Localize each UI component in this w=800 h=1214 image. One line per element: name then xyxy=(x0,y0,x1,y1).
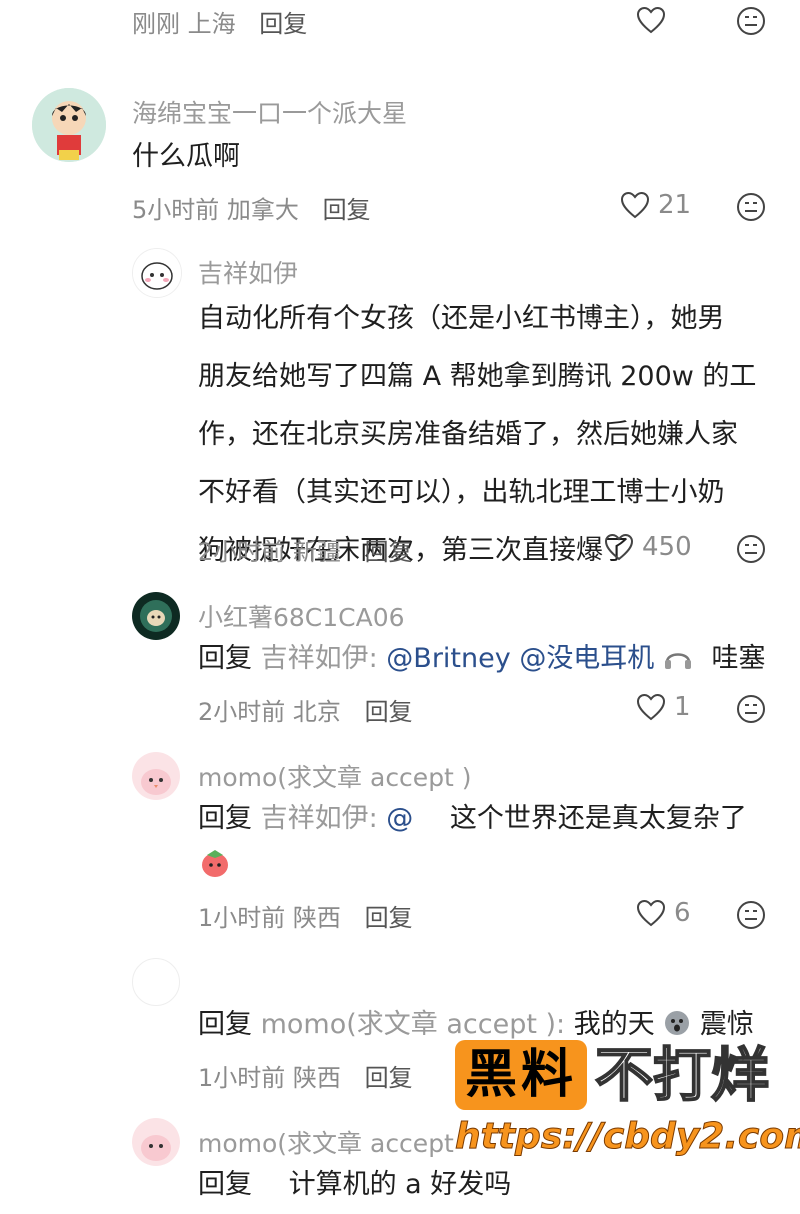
avatar[interactable] xyxy=(132,1118,180,1166)
headphones-icon xyxy=(664,653,691,669)
meh-face-icon xyxy=(737,193,765,221)
timestamp: 1小时前 xyxy=(198,1064,286,1092)
reply-button[interactable]: 回复 xyxy=(365,538,413,566)
comment-tail: 这个世界还是真太复杂了 xyxy=(449,803,747,834)
mention-link[interactable]: @ xyxy=(386,803,413,834)
comment-text: 回复 吉祥如伊: @ 这个世界还是真太复杂了 xyxy=(198,790,747,848)
cute-bunny-avatar-icon xyxy=(133,249,181,297)
pink-chick-avatar-icon xyxy=(132,752,180,800)
like-count: 6 xyxy=(674,898,691,928)
reply-button[interactable]: 回复 xyxy=(365,904,413,932)
avatar[interactable] xyxy=(132,592,180,640)
reply-target[interactable]: momo(求文章 accept ): xyxy=(261,1009,566,1040)
comment-meta: 1小时前 陕西 回复 xyxy=(198,898,413,933)
comment-tail: 计算机的 a 好发吗 xyxy=(288,1169,512,1200)
like-count: 1 xyxy=(674,692,691,722)
reply-target[interactable]: 吉祥如伊: xyxy=(261,803,378,834)
location: 北京 xyxy=(292,698,341,726)
location: 加拿大 xyxy=(226,196,299,224)
reply-button[interactable]: 回复 xyxy=(259,10,307,38)
dislike-button[interactable] xyxy=(736,694,766,728)
comment-tail: 我的天 xyxy=(573,1009,655,1040)
reply-button[interactable]: 回复 xyxy=(323,196,371,224)
reply-prefix: 回复 xyxy=(198,1169,252,1200)
timestamp: 1小时前 xyxy=(198,904,286,932)
meh-face-icon xyxy=(737,535,765,563)
meh-face-icon xyxy=(737,695,765,723)
comment-tail: 震惊 xyxy=(699,1009,754,1040)
like-button[interactable]: 1 xyxy=(636,692,691,722)
comment-line: 朋友给她写了四篇 A 帮她拿到腾讯 200w 的工 xyxy=(198,361,757,392)
heart-icon xyxy=(636,6,666,34)
dislike-button[interactable] xyxy=(736,534,766,568)
meh-face-icon xyxy=(737,7,765,35)
meh-face-icon xyxy=(737,901,765,929)
heart-icon xyxy=(620,191,650,219)
username[interactable]: 吉祥如伊 xyxy=(198,254,298,290)
comment-line: 自动化所有个女孩（还是小红书博主），她男 xyxy=(198,303,725,334)
avatar[interactable] xyxy=(132,752,180,800)
comment-tail: 哇塞 xyxy=(711,643,766,674)
location: 陕西 xyxy=(292,904,341,932)
comment-line: 不好看（其实还可以），出轨北理工博士小奶 xyxy=(198,477,725,508)
avatar[interactable] xyxy=(32,88,106,162)
strawberry-sticker-icon xyxy=(202,850,228,877)
location: 新疆 xyxy=(292,538,341,566)
reply-button[interactable]: 回复 xyxy=(365,698,413,726)
timestamp: 2小时前 xyxy=(198,698,286,726)
heart-icon xyxy=(636,693,666,721)
location: 上海 xyxy=(187,10,236,38)
dislike-button[interactable] xyxy=(736,192,766,226)
like-button[interactable]: 450 xyxy=(604,532,692,562)
like-count: 21 xyxy=(658,190,692,220)
avatar[interactable] xyxy=(132,248,182,298)
watermark: 黑料 不打烊 https://cbdy2.com xyxy=(455,1040,800,1170)
watermark-text: 不打烊 xyxy=(594,1040,770,1110)
comment-meta: 2小时前 北京 回复 xyxy=(198,692,413,727)
pink-chick-avatar-icon xyxy=(132,1118,180,1166)
like-button[interactable]: 21 xyxy=(620,190,691,220)
watermark-url: https://cbdy2.com xyxy=(455,1116,800,1158)
like-button[interactable] xyxy=(636,6,666,38)
comment-text: 什么瓜啊 xyxy=(132,141,240,172)
comment-meta: 1小时前 陕西 回复 xyxy=(198,1058,413,1093)
timestamp: 刚刚 xyxy=(132,10,180,38)
watermark-badge: 黑料 xyxy=(455,1040,587,1110)
pet-photo-avatar-icon xyxy=(132,592,180,640)
dislike-button[interactable] xyxy=(736,6,766,40)
username[interactable]: 海绵宝宝一口一个派大星 xyxy=(132,94,407,130)
heart-icon xyxy=(636,899,666,927)
like-button[interactable]: 6 xyxy=(636,898,691,928)
mention-link[interactable]: @没电耳机 xyxy=(519,643,654,674)
avatar[interactable] xyxy=(132,958,180,1006)
timestamp: 5小时前 xyxy=(132,196,220,224)
timestamp: 2小时前 xyxy=(198,538,286,566)
username[interactable]: momo(求文章 accept xyxy=(198,1124,454,1160)
username[interactable]: momo(求文章 accept ) xyxy=(198,758,472,794)
cartoon-avatar-icon xyxy=(32,88,106,162)
like-count: 450 xyxy=(642,532,692,562)
comment-meta: 刚刚 上海 回复 xyxy=(132,4,307,39)
reply-prefix: 回复 xyxy=(198,803,252,834)
reply-target[interactable]: 吉祥如伊: xyxy=(261,643,378,674)
sticker-emoji xyxy=(198,846,232,884)
comment-meta: 5小时前 加拿大 回复 xyxy=(132,190,371,225)
comment-text: 回复 吉祥如伊: @Britney @没电耳机 哇塞 xyxy=(198,630,766,688)
comment-meta: 2小时前 新疆 回复 xyxy=(198,532,413,567)
shocked-face-icon xyxy=(665,1011,690,1035)
location: 陕西 xyxy=(292,1064,341,1092)
username[interactable]: 小红薯68C1CA06 xyxy=(198,598,405,634)
reply-prefix: 回复 xyxy=(198,643,252,674)
reply-prefix: 回复 xyxy=(198,1009,252,1040)
heart-icon xyxy=(604,533,634,561)
dislike-button[interactable] xyxy=(736,900,766,934)
comment-line: 作，还在北京买房准备结婚了，然后她嫌人家 xyxy=(198,419,738,450)
mention-link[interactable]: @Britney xyxy=(386,643,510,674)
reply-button[interactable]: 回复 xyxy=(365,1064,413,1092)
